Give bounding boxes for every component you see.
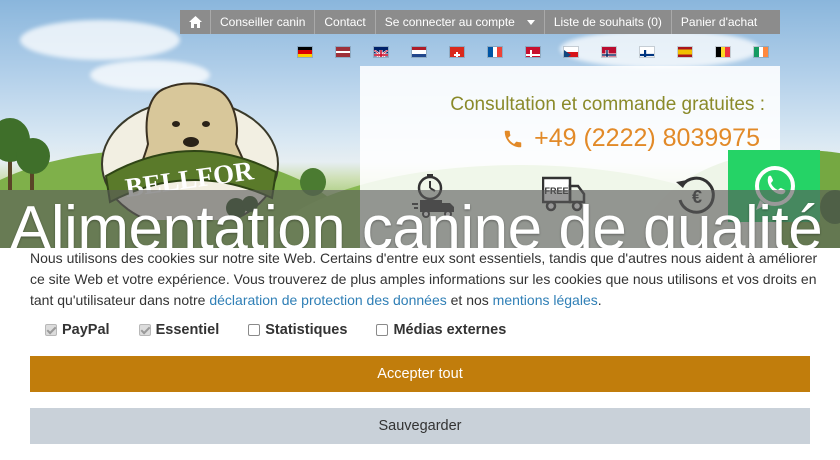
cookie-text-2: et nos: [450, 292, 489, 308]
nav-dog-advisor[interactable]: Conseiller canin: [211, 10, 316, 34]
external-media-checkbox[interactable]: [376, 324, 389, 336]
flag-ch-icon[interactable]: [450, 47, 464, 57]
flag-ie-icon[interactable]: [754, 47, 768, 57]
option-statistics: Statistiques: [248, 322, 347, 338]
top-navigation: Conseiller canin Contact Se connecter au…: [180, 10, 780, 34]
save-button[interactable]: Sauvegarder: [30, 408, 810, 444]
option-essential: Essentiel: [138, 322, 220, 338]
flag-no-icon[interactable]: [602, 47, 616, 57]
flag-cz-icon[interactable]: [564, 47, 578, 57]
option-label: Statistiques: [265, 322, 348, 338]
cookie-message: Nous utilisons des cookies sur notre sit…: [30, 248, 820, 311]
nav-cart[interactable]: Panier d'achat: [672, 10, 766, 34]
option-label: PayPal: [62, 322, 110, 338]
cookie-consent-panel: Nous utilisons des cookies sur notre sit…: [0, 248, 840, 460]
flag-es-icon[interactable]: [678, 47, 692, 57]
phone-icon: [504, 130, 522, 147]
consultation-text: Consultation et commande gratuites :: [450, 94, 765, 115]
flag-gb-icon[interactable]: [374, 47, 388, 57]
option-external-media: Médias externes: [376, 322, 506, 338]
cookie-options: PayPal Essentiel Statistiques Médias ext…: [45, 322, 535, 338]
option-label: Essentiel: [155, 322, 220, 338]
paypal-checkbox[interactable]: [45, 324, 57, 336]
flag-fi-icon[interactable]: [640, 47, 654, 57]
accept-all-button[interactable]: Accepter tout: [30, 356, 810, 392]
option-paypal: PayPal: [45, 322, 110, 338]
flag-be-icon[interactable]: [716, 47, 730, 57]
nav-wishlist[interactable]: Liste de souhaits (0): [545, 10, 672, 34]
flag-lv-icon[interactable]: [336, 47, 350, 57]
flag-nl-icon[interactable]: [412, 47, 426, 57]
privacy-policy-link[interactable]: déclaration de protection des données: [209, 292, 446, 308]
flag-dk-icon[interactable]: [526, 47, 540, 57]
nav-label: Se connecter au compte: [384, 15, 515, 29]
flag-fr-icon[interactable]: [488, 47, 502, 57]
nav-label: Panier d'achat: [680, 15, 758, 29]
home-button[interactable]: [180, 10, 211, 34]
nav-login-dropdown[interactable]: Se connecter au compte: [376, 10, 545, 34]
flag-de-icon[interactable]: [298, 47, 312, 57]
cookie-text-3: .: [597, 292, 602, 308]
phone-number[interactable]: +49 (2222) 8039975: [534, 124, 760, 153]
home-icon: [188, 16, 202, 28]
nav-contact[interactable]: Contact: [315, 10, 376, 34]
language-selector: [298, 47, 768, 57]
nav-label: Liste de souhaits (0): [553, 15, 662, 29]
statistics-checkbox[interactable]: [248, 324, 261, 336]
phone-row: +49 (2222) 8039975: [360, 124, 760, 153]
legal-notice-link[interactable]: mentions légales: [493, 292, 598, 308]
essential-checkbox[interactable]: [138, 324, 151, 336]
option-label: Médias externes: [393, 322, 507, 338]
nav-label: Conseiller canin: [220, 15, 306, 29]
caret-down-icon: [526, 19, 535, 25]
nav-label: Contact: [324, 15, 366, 29]
